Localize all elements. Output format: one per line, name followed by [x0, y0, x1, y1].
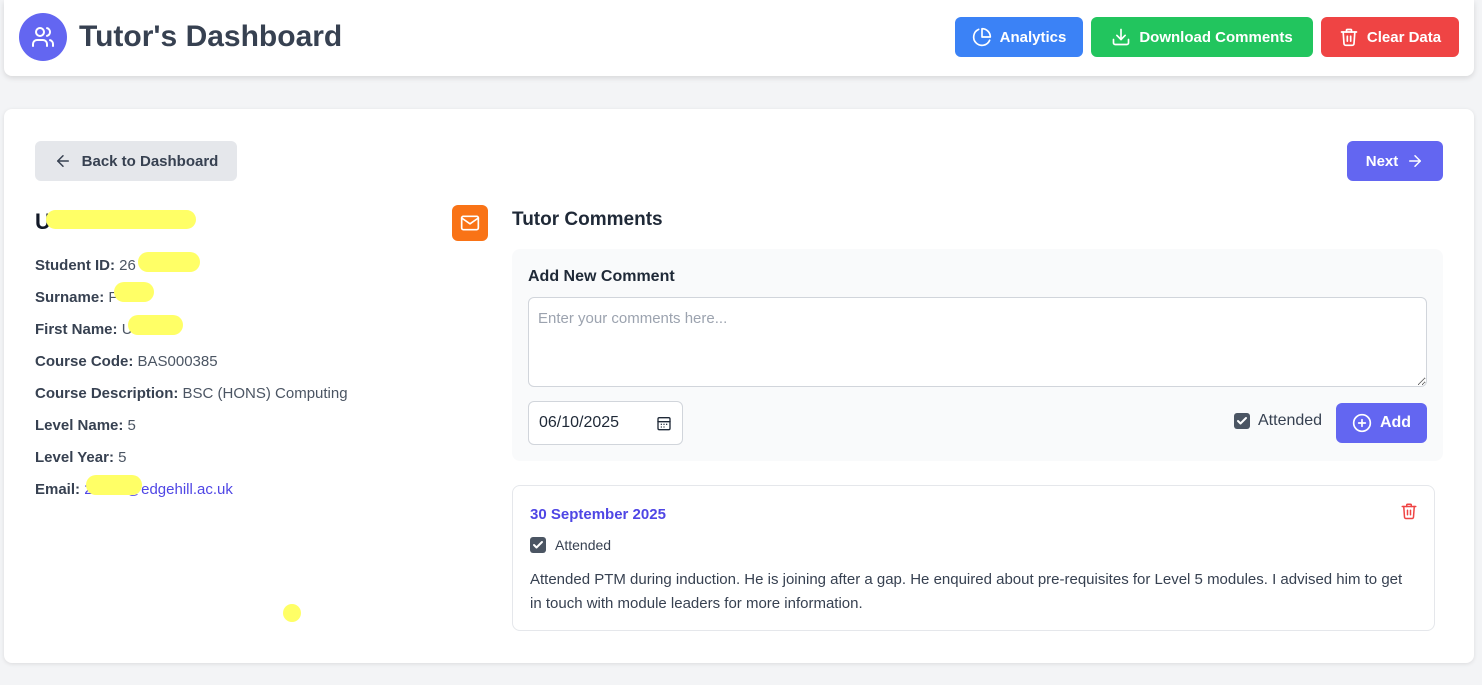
pie-chart-icon — [972, 27, 991, 47]
date-value: 06/10/2025 — [539, 414, 620, 431]
calendar-icon[interactable] — [656, 415, 672, 431]
field-label: Surname: — [35, 289, 105, 306]
trash-icon — [1340, 28, 1358, 47]
surname-row: Surname: F — [35, 289, 118, 306]
field-value: BAS000385 — [137, 353, 218, 370]
download-label: Download Comments — [1139, 28, 1293, 46]
arrow-left-icon — [56, 155, 69, 167]
users-icon — [19, 13, 67, 61]
attended-label: Attended — [1258, 412, 1323, 429]
section-title: Tutor Comments — [512, 209, 663, 230]
field-label: Level Name: — [35, 417, 124, 434]
check-icon — [1237, 417, 1247, 425]
redaction-mark — [128, 315, 183, 335]
field-value: BSC (HONS) Computing — [182, 385, 348, 402]
comment-attended-label: Attended — [555, 537, 612, 553]
redaction-mark — [138, 252, 200, 272]
add-label: Add — [1379, 414, 1412, 431]
app-header: Tutor's Dashboard Analytics Download Com… — [4, 0, 1474, 76]
date-input[interactable]: 06/10/2025 — [528, 401, 683, 445]
field-label: Level Year: — [35, 449, 114, 466]
comment-textarea[interactable] — [528, 297, 1427, 387]
download-comments-button[interactable]: Download Comments — [1091, 17, 1313, 57]
comment-text: Attended PTM during induction. He is joi… — [530, 571, 1403, 612]
check-icon — [533, 541, 543, 549]
student-detail-card: Back to Dashboard Next U Student ID: 26 … — [4, 109, 1474, 663]
field-value: 5 — [118, 449, 127, 466]
field-label: Email: — [35, 481, 81, 498]
redaction-dot — [283, 604, 301, 622]
add-comment-title: Add New Comment — [528, 268, 675, 285]
field-value: 26 — [119, 257, 136, 274]
analytics-label: Analytics — [999, 28, 1067, 46]
clear-label: Clear Data — [1366, 28, 1442, 46]
first-name-row: First Name: U — [35, 321, 133, 338]
next-label: Next — [1365, 152, 1399, 170]
level-name-row: Level Name: 5 — [35, 417, 136, 434]
attended-checkbox[interactable] — [1234, 413, 1250, 429]
field-label: First Name: — [35, 321, 118, 338]
back-label: Back to Dashboard — [81, 152, 219, 170]
field-label: Course Code: — [35, 353, 134, 370]
arrow-right-icon — [1409, 155, 1422, 167]
comment-attended-checkbox[interactable] — [530, 537, 546, 553]
delete-comment-button[interactable] — [1400, 502, 1418, 525]
add-comment-panel: Add New Comment 06/10/2025 Attended Add — [512, 249, 1443, 461]
comment-attended: Attended — [530, 537, 611, 553]
field-label: Student ID: — [35, 257, 115, 274]
mail-icon — [460, 215, 480, 231]
level-year-row: Level Year: 5 — [35, 449, 126, 466]
redaction-mark — [86, 475, 142, 495]
course-code-row: Course Code: BAS000385 — [35, 353, 218, 370]
redaction-mark — [46, 210, 196, 229]
clear-data-button[interactable]: Clear Data — [1321, 17, 1459, 57]
attended-toggle[interactable]: Attended — [1234, 412, 1322, 430]
student-id-row: Student ID: 26 — [35, 257, 136, 274]
download-icon — [1112, 28, 1130, 46]
plus-circle-icon — [1352, 413, 1372, 433]
redaction-mark — [114, 282, 154, 302]
field-value: 5 — [127, 417, 136, 434]
page-title: Tutor's Dashboard — [79, 20, 343, 53]
course-description-row: Course Description: BSC (HONS) Computing — [35, 385, 348, 402]
trash-icon — [1401, 503, 1417, 520]
email-student-button[interactable] — [452, 205, 488, 241]
comment-date: 30 September 2025 — [530, 506, 666, 523]
add-comment-button[interactable]: Add — [1336, 403, 1427, 443]
comment-item: 30 September 2025 Attended Attended PTM … — [512, 485, 1435, 631]
next-button[interactable]: Next — [1347, 141, 1443, 181]
back-to-dashboard-button[interactable]: Back to Dashboard — [35, 141, 237, 181]
field-label: Course Description: — [35, 385, 179, 402]
analytics-button[interactable]: Analytics — [955, 17, 1083, 57]
